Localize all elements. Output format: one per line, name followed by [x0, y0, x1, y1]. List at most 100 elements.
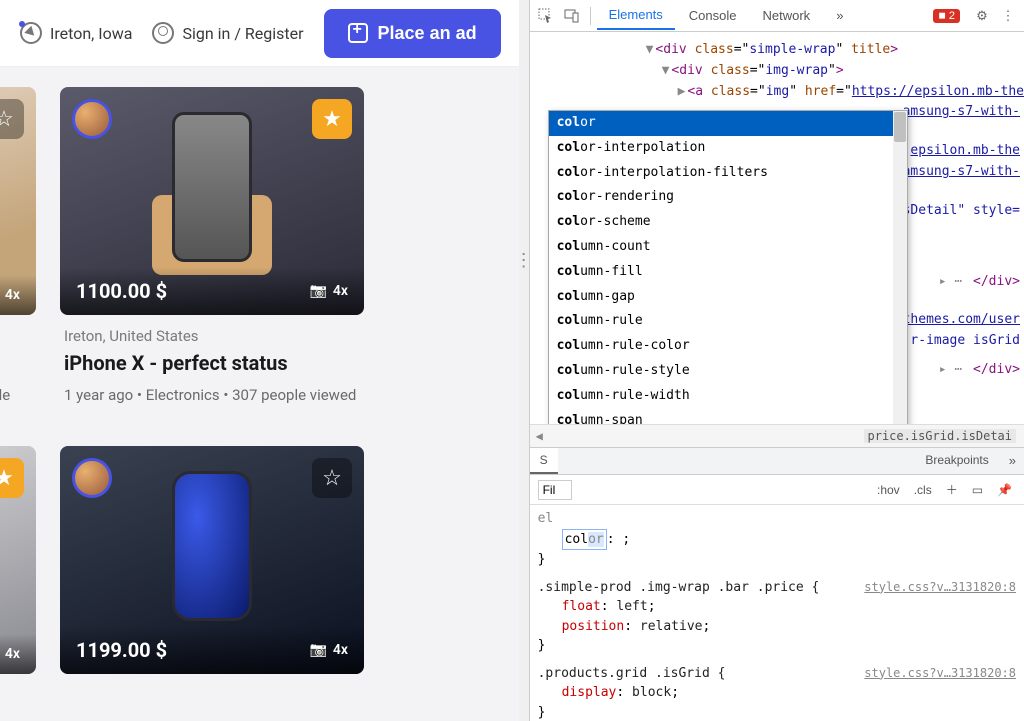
styles-panel[interactable]: el color: ; } style.css?v…3131820:8 .sim…: [530, 505, 1024, 721]
filter-input[interactable]: [538, 480, 572, 500]
tab-console[interactable]: Console: [677, 2, 749, 29]
product-image[interactable]: ☆ 1199.00 $ 4x: [60, 446, 364, 674]
tab-breakpoints[interactable]: Breakpoints: [915, 448, 998, 474]
tab-network[interactable]: Network: [751, 2, 823, 29]
card-title[interactable]: with cover: [0, 351, 32, 375]
autocomplete-item[interactable]: column-fill: [549, 260, 907, 285]
source-link[interactable]: style.css?v…3131820:8: [864, 664, 1016, 682]
autocomplete-item[interactable]: column-rule: [549, 309, 907, 334]
star-icon: ☆: [0, 107, 14, 132]
price: 1100.00 $: [76, 279, 167, 303]
tab-elements[interactable]: Elements: [597, 1, 675, 30]
css-property-editing[interactable]: color: ;: [538, 529, 1016, 551]
product-card[interactable]: ★ 4x: [0, 446, 36, 674]
pane-splitter[interactable]: [519, 0, 529, 721]
price-bar: 1199.00 $ 4x: [60, 626, 364, 674]
card-meta: s with cover ctronics • 262 people: [0, 315, 36, 418]
styles-toolbar: :hov .cls ＋ ▭ 📌: [530, 475, 1024, 505]
photo-count: 4x: [0, 287, 20, 303]
element-style-label: el: [538, 509, 1016, 529]
hov-button[interactable]: :hov: [873, 481, 904, 499]
product-image[interactable]: ★ 4x: [0, 446, 36, 674]
plus-icon: [348, 23, 368, 43]
dom-node[interactable]: ▶<a class="img" href="https://epsilon.mb…: [538, 82, 1024, 103]
favorite-button[interactable]: ★: [312, 99, 352, 139]
phone-illustration: [172, 471, 252, 621]
product-card[interactable]: ☆ 4x s with cover ctronics • 262 people: [0, 87, 36, 418]
photo-count: 4x: [0, 646, 20, 662]
autocomplete-item[interactable]: column-count: [549, 235, 907, 260]
autocomplete-item[interactable]: column-span: [549, 409, 907, 424]
tab-more[interactable]: »: [1001, 448, 1024, 474]
chevron-left-icon[interactable]: ◀: [536, 429, 543, 443]
dom-node[interactable]: ▼<div class="simple-wrap" title>: [538, 40, 1024, 61]
product-card[interactable]: ★ 1100.00 $ 4x Ireton, United States iPh…: [60, 87, 364, 418]
element-style-rule[interactable]: el color: ; }: [538, 509, 1016, 570]
autocomplete-item[interactable]: color-scheme: [549, 210, 907, 235]
devtools-tabbar: Elements Console Network » 2 ⚙ ⋮: [530, 0, 1024, 32]
cls-button[interactable]: .cls: [910, 481, 936, 499]
seller-avatar[interactable]: [72, 458, 112, 498]
source-link[interactable]: style.css?v…3131820:8: [864, 578, 1016, 596]
product-card[interactable]: ☆ 1199.00 $ 4x: [60, 446, 364, 674]
css-property[interactable]: float: left;: [538, 597, 1016, 617]
star-icon: ★: [0, 466, 14, 491]
signin-link[interactable]: Sign in / Register: [152, 22, 303, 44]
favorite-button[interactable]: ★: [0, 458, 24, 498]
autocomplete-item[interactable]: column-rule-width: [549, 384, 907, 409]
css-autocomplete-popup[interactable]: colorcolor-interpolationcolor-interpolat…: [548, 110, 908, 424]
autocomplete-item[interactable]: color-rendering: [549, 185, 907, 210]
place-ad-button[interactable]: Place an ad: [324, 9, 501, 58]
pin-icon[interactable]: 📌: [993, 481, 1016, 499]
scrollbar[interactable]: [893, 111, 907, 424]
phone-illustration: [172, 112, 252, 262]
product-image[interactable]: ★ 1100.00 $ 4x: [60, 87, 364, 315]
price: 1199.00 $: [76, 638, 167, 662]
breadcrumb-bar[interactable]: ◀ price.isGrid.isDetai: [530, 424, 1024, 447]
tab-styles[interactable]: S: [530, 448, 558, 474]
price-bar: 1100.00 $ 4x: [60, 267, 364, 315]
location-text: Ireton, Iowa: [50, 24, 132, 43]
location-selector[interactable]: Ireton, Iowa: [20, 22, 132, 44]
device-toggle-icon[interactable]: [560, 4, 584, 28]
breadcrumb-item[interactable]: price.isGrid.isDetai: [864, 429, 1017, 443]
product-image[interactable]: ☆ 4x: [0, 87, 36, 315]
autocomplete-item[interactable]: column-rule-color: [549, 334, 907, 359]
product-grid: ☆ 4x s with cover ctronics • 262 people: [0, 67, 519, 674]
autocomplete-item[interactable]: color-interpolation-filters: [549, 161, 907, 186]
website-content-pane: Ireton, Iowa Sign in / Register Place an…: [0, 0, 519, 721]
elements-panel[interactable]: ▼<div class="simple-wrap" title> ▼<div c…: [530, 32, 1024, 424]
new-rule-icon[interactable]: ＋: [942, 479, 962, 500]
user-icon: [152, 22, 174, 44]
star-icon: ☆: [322, 466, 342, 491]
css-rule[interactable]: style.css?v…3131820:8 .simple-prod .img-…: [538, 578, 1016, 656]
property-input[interactable]: color: [562, 529, 607, 551]
devtools-pane: Elements Console Network » 2 ⚙ ⋮ ▼<div c…: [529, 0, 1024, 721]
favorite-button[interactable]: ☆: [312, 458, 352, 498]
autocomplete-item[interactable]: column-gap: [549, 285, 907, 310]
favorite-button[interactable]: ☆: [0, 99, 24, 139]
autocomplete-item[interactable]: color: [549, 111, 907, 136]
kebab-icon[interactable]: ⋮: [996, 4, 1020, 28]
camera-icon: [309, 642, 326, 658]
photo-count: 4x: [309, 283, 348, 299]
css-property[interactable]: position: relative;: [538, 617, 1016, 637]
price-bar: 4x: [0, 275, 36, 315]
tab-more[interactable]: »: [824, 2, 855, 29]
settings-icon[interactable]: ⚙: [970, 4, 994, 28]
photo-count: 4x: [309, 642, 348, 658]
error-badge[interactable]: 2: [933, 9, 960, 23]
seller-avatar[interactable]: [72, 99, 112, 139]
card-title[interactable]: iPhone X - perfect status: [64, 351, 360, 375]
scrollbar-thumb[interactable]: [894, 112, 906, 142]
card-meta: Ireton, United States iPhone X - perfect…: [60, 315, 364, 418]
rule-close: }: [538, 703, 1016, 721]
device-icon[interactable]: ▭: [968, 481, 987, 499]
compass-icon: [20, 22, 42, 44]
autocomplete-item[interactable]: column-rule-style: [549, 359, 907, 384]
css-rule[interactable]: style.css?v…3131820:8 .products.grid .is…: [538, 664, 1016, 721]
dom-node[interactable]: ▼<div class="img-wrap">: [538, 61, 1024, 82]
css-property[interactable]: display: block;: [538, 683, 1016, 703]
inspect-icon[interactable]: [534, 4, 558, 28]
autocomplete-item[interactable]: color-interpolation: [549, 136, 907, 161]
